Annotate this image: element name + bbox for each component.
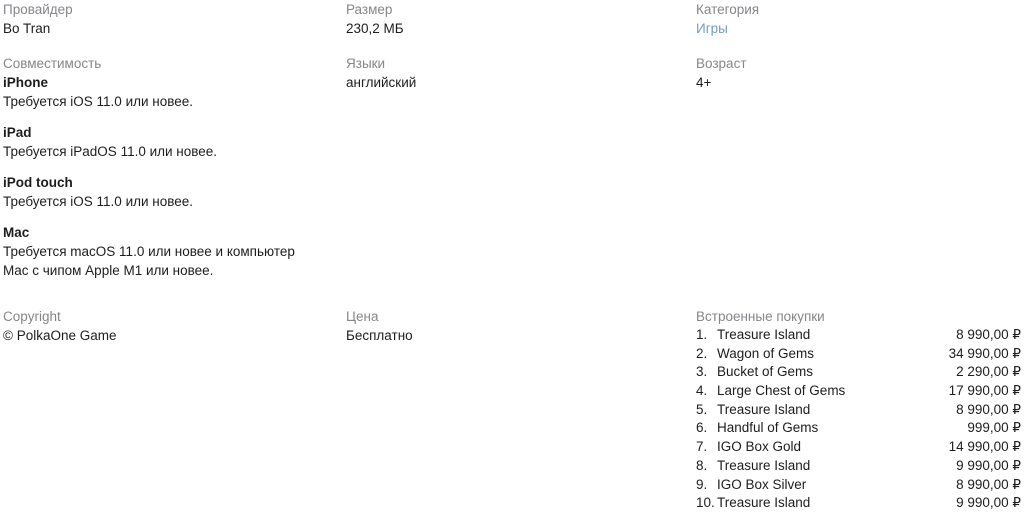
- compatibility-device-requirement: Требуется iOS 11.0 или новее.: [3, 94, 194, 109]
- compatibility-field: Совместимость iPhone Требуется iOS 11.0 …: [3, 54, 333, 280]
- in-app-purchase-row: 5. Treasure Island 8 990,00 ₽: [696, 401, 1021, 420]
- in-app-purchase-index: 1.: [696, 327, 708, 342]
- compatibility-label: Совместимость: [3, 56, 102, 71]
- price-value: Бесплатно: [346, 328, 413, 343]
- in-app-purchase-index: 6.: [696, 420, 708, 436]
- compatibility-device-requirement: Требуется iOS 11.0 или новее.: [3, 194, 194, 209]
- compatibility-item: iPad Требуется iPadOS 11.0 или новее.: [3, 123, 333, 161]
- price-label: Цена: [346, 309, 379, 324]
- in-app-purchase-index: 9.: [696, 476, 708, 492]
- in-app-purchase-price: 8 990,00 ₽: [956, 327, 1021, 342]
- in-app-purchase-price: 8 990,00 ₽: [956, 401, 1021, 417]
- in-app-purchase-row: 8. Treasure Island 9 990,00 ₽: [696, 457, 1021, 476]
- size-field: Размер 230,2 МБ: [346, 0, 686, 38]
- in-app-purchase-row: 3. Bucket of Gems 2 290,00 ₽: [696, 363, 1021, 382]
- app-information-panel: Провайдер Bo Tran Совместимость iPhone Т…: [0, 0, 1024, 515]
- in-app-purchase-name: Treasure Island: [717, 495, 811, 511]
- in-app-purchase-index: 7.: [696, 439, 708, 455]
- copyright-value: © PolkaOne Game: [3, 328, 117, 343]
- compatibility-item: iPod touch Требуется iOS 11.0 или новее.: [3, 173, 333, 211]
- in-app-purchase-row: 2. Wagon of Gems 34 990,00 ₽: [696, 345, 1021, 364]
- in-app-purchases-list: 1. Treasure Island 8 990,00 ₽ 2. Wagon of Ge…: [696, 326, 1021, 513]
- compatibility-item: Mac Требуется macOS 11.0 или новее и ком…: [3, 223, 333, 280]
- compatibility-device-list: iPhone Требуется iOS 11.0 или новее. iPa…: [3, 73, 333, 280]
- in-app-purchase-row: 10. Treasure Island 9 990,00 ₽: [696, 494, 1021, 513]
- in-app-purchase-name: Handful of Gems: [717, 420, 819, 436]
- provider-label: Провайдер: [3, 2, 73, 17]
- size-label: Размер: [346, 2, 393, 17]
- in-app-purchase-index: 10.: [696, 495, 715, 511]
- category-field: Категория Игры: [696, 0, 1021, 39]
- provider-value: Bo Tran: [3, 21, 51, 36]
- age-rating-label: Возраст: [696, 56, 747, 71]
- in-app-purchase-price: 2 290,00 ₽: [956, 364, 1021, 380]
- in-app-purchase-row: 9. IGO Box Silver 8 990,00 ₽: [696, 476, 1021, 495]
- in-app-purchase-price: 34 990,00 ₽: [948, 345, 1021, 361]
- in-app-purchase-row: 6. Handful of Gems 999,00 ₽: [696, 419, 1021, 438]
- price-field: Цена Бесплатно: [346, 307, 686, 345]
- compatibility-device-name: iPod touch: [3, 175, 73, 190]
- in-app-purchase-name: Treasure Island: [717, 327, 811, 342]
- compatibility-device-requirement: Требуется macOS 11.0 или новее и компьют…: [3, 244, 295, 278]
- languages-value: английский: [346, 75, 417, 90]
- provider-field: Провайдер Bo Tran: [3, 0, 333, 38]
- in-app-purchase-name: IGO Box Gold: [717, 439, 802, 455]
- in-app-purchase-index: 4.: [696, 383, 708, 399]
- in-app-purchase-name: Bucket of Gems: [717, 364, 814, 380]
- category-label: Категория: [696, 2, 760, 17]
- in-app-purchase-name: Wagon of Gems: [717, 345, 815, 361]
- category-link[interactable]: Игры: [696, 21, 728, 36]
- in-app-purchase-price: 17 990,00 ₽: [948, 383, 1021, 399]
- in-app-purchase-index: 8.: [696, 457, 708, 473]
- size-value: 230,2 МБ: [346, 21, 404, 36]
- in-app-purchase-price: 14 990,00 ₽: [948, 439, 1021, 455]
- age-rating-value: 4+: [696, 75, 712, 90]
- in-app-purchase-name: Large Chest of Gems: [717, 383, 846, 399]
- compatibility-device-name: Mac: [3, 225, 30, 240]
- compatibility-device-name: iPhone: [3, 75, 49, 90]
- in-app-purchase-name: Treasure Island: [717, 401, 811, 417]
- age-rating-field: Возраст 4+: [696, 54, 1021, 92]
- in-app-purchase-row: 4. Large Chest of Gems 17 990,00 ₽: [696, 382, 1021, 401]
- languages-field: Языки английский: [346, 54, 686, 92]
- in-app-purchases-field: Встроенные покупки 1. Treasure Island 8 99…: [696, 307, 1021, 513]
- in-app-purchase-index: 5.: [696, 401, 708, 417]
- copyright-field: Copyright © PolkaOne Game: [3, 307, 333, 345]
- compatibility-device-requirement: Требуется iPadOS 11.0 или новее.: [3, 144, 218, 159]
- in-app-purchase-price: 9 990,00 ₽: [956, 457, 1021, 473]
- in-app-purchase-price: 8 990,00 ₽: [956, 476, 1021, 492]
- in-app-purchase-price: 999,00 ₽: [967, 420, 1021, 436]
- in-app-purchase-index: 2.: [696, 345, 708, 361]
- in-app-purchase-price: 9 990,00 ₽: [956, 495, 1021, 511]
- compatibility-item: iPhone Требуется iOS 11.0 или новее.: [3, 73, 333, 111]
- copyright-label: Copyright: [3, 309, 61, 324]
- in-app-purchase-name: IGO Box Silver: [717, 476, 807, 492]
- languages-label: Языки: [346, 56, 386, 71]
- in-app-purchase-name: Treasure Island: [717, 457, 811, 473]
- in-app-purchase-index: 3.: [696, 364, 708, 380]
- in-app-purchases-label: Встроенные покупки: [696, 309, 825, 324]
- in-app-purchase-row: 7. IGO Box Gold 14 990,00 ₽: [696, 438, 1021, 457]
- compatibility-device-name: iPad: [3, 125, 32, 140]
- in-app-purchase-row: 1. Treasure Island 8 990,00 ₽: [696, 326, 1021, 345]
